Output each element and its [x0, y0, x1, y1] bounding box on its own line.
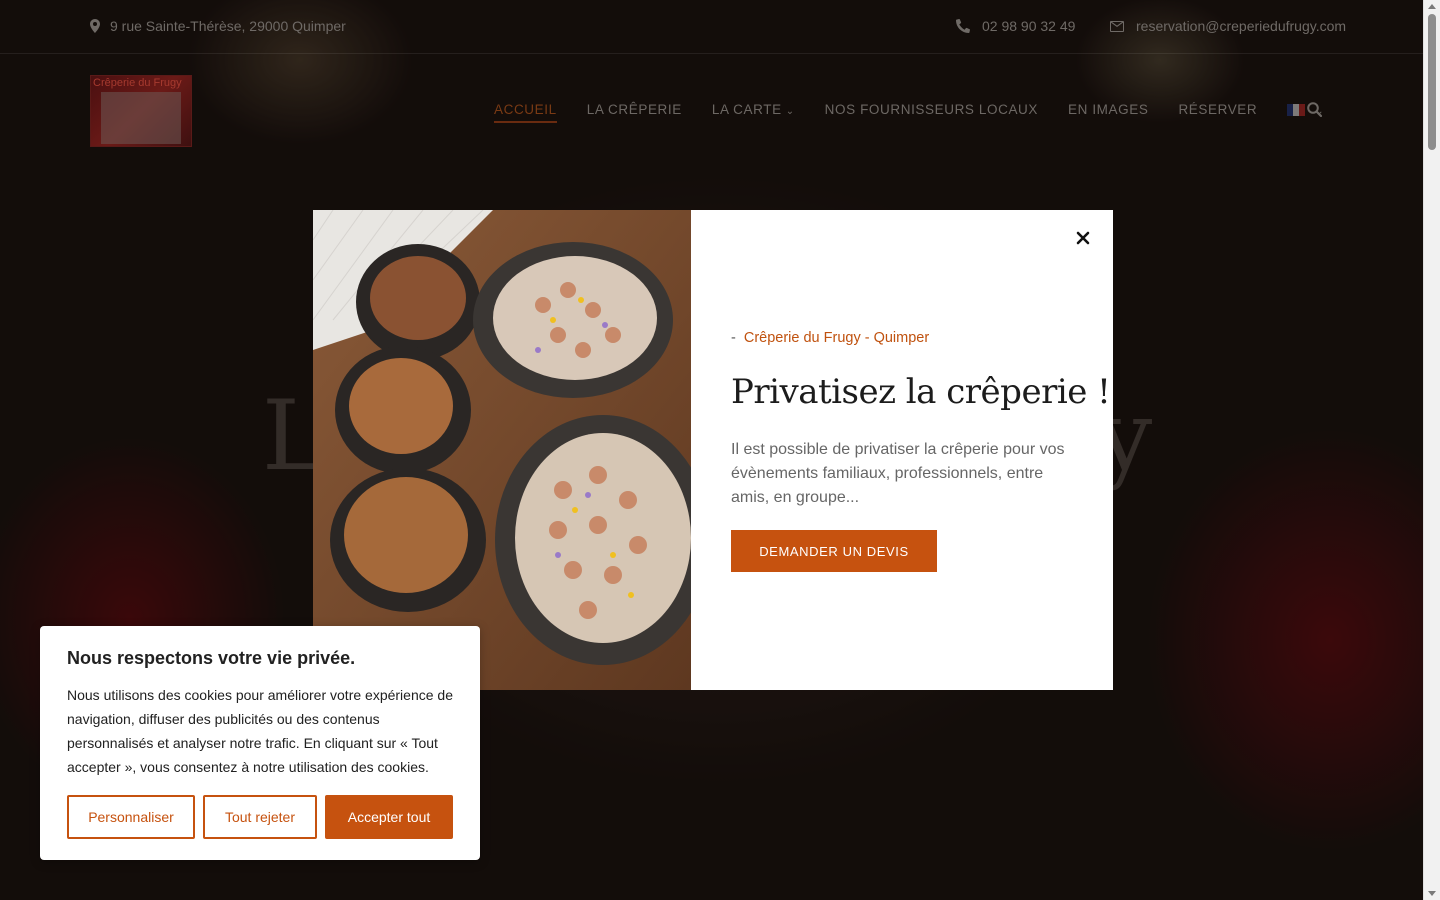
- nav-item-la-carte-label: LA CARTE: [711, 102, 782, 117]
- phone-link[interactable]: 02 98 90 32 49: [982, 18, 1075, 34]
- nav-item-la-carte[interactable]: LA CARTE ⌄: [712, 102, 795, 123]
- address-text: 9 rue Sainte-Thérèse, 29000 Quimper: [110, 18, 346, 34]
- reject-all-button[interactable]: Tout rejeter: [203, 795, 317, 839]
- nav-item-reserver[interactable]: RÉSERVER: [1178, 102, 1257, 123]
- cookie-consent-banner: Nous respectons votre vie privée. Nous u…: [40, 626, 480, 860]
- logo-image: [101, 92, 181, 144]
- top-bar: 9 rue Sainte-Thérèse, 29000 Quimper 02 9…: [0, 0, 1424, 54]
- map-pin-icon: [90, 19, 100, 33]
- scroll-up-arrow-icon[interactable]: [1428, 4, 1436, 9]
- address-info: 9 rue Sainte-Thérèse, 29000 Quimper: [90, 18, 346, 34]
- email-info[interactable]: reservation@creperiedufrugy.com: [1110, 18, 1346, 34]
- food-photo-illustration: [313, 210, 691, 690]
- search-icon: [1307, 102, 1323, 118]
- request-quote-button[interactable]: DEMANDER UN DEVIS: [731, 530, 937, 572]
- nav-item-en-images[interactable]: EN IMAGES: [1068, 102, 1148, 123]
- modal-description: Il est possible de privatiser la crêperi…: [731, 441, 1065, 506]
- search-button[interactable]: [1307, 102, 1323, 122]
- cookie-title: Nous respectons votre vie privée.: [67, 648, 356, 668]
- modal-subtitle: - Crêperie du Frugy - Quimper: [731, 330, 929, 346]
- customize-button[interactable]: Personnaliser: [67, 795, 195, 839]
- scroll-down-arrow-icon[interactable]: [1428, 891, 1436, 896]
- cookie-text: Nous utilisons des cookies pour améliore…: [67, 687, 453, 775]
- modal-content: - Crêperie du Frugy - Quimper Privatisez …: [691, 210, 1113, 690]
- chevron-down-icon: ⌄: [785, 106, 795, 117]
- logo-text: Crêperie du Frugy: [93, 77, 182, 89]
- envelope-icon: [1110, 20, 1124, 32]
- phone-info[interactable]: 02 98 90 32 49: [956, 18, 1075, 34]
- modal-title: Privatisez la crêperie !: [731, 372, 1111, 412]
- subtitle-text: Crêperie du Frugy - Quimper: [743, 330, 930, 346]
- main-navigation: ACCUEIL LA CRÊPERIE LA CARTE ⌄ NOS FOURNI…: [494, 102, 1324, 123]
- email-link[interactable]: reservation@creperiedufrugy.com: [1136, 18, 1346, 34]
- phone-icon: [956, 19, 970, 33]
- close-modal-button[interactable]: [1073, 228, 1093, 248]
- subtitle-dash: -: [731, 330, 736, 346]
- close-icon: [1076, 231, 1090, 245]
- nav-item-fournisseurs[interactable]: NOS FOURNISSEURS LOCAUX: [825, 102, 1038, 123]
- accept-all-button[interactable]: Accepter tout: [325, 795, 453, 839]
- scrollbar-thumb[interactable]: [1428, 14, 1436, 150]
- france-flag-icon: [1287, 104, 1306, 117]
- nav-item-accueil[interactable]: ACCUEIL: [494, 102, 557, 123]
- privatisation-modal: - Crêperie du Frugy - Quimper Privatisez …: [313, 210, 1113, 690]
- food-photo: [313, 210, 691, 690]
- page-scrollbar[interactable]: [1423, 0, 1440, 900]
- site-logo[interactable]: Crêperie du Frugy: [90, 75, 192, 147]
- nav-item-la-creperie[interactable]: LA CRÊPERIE: [587, 102, 682, 123]
